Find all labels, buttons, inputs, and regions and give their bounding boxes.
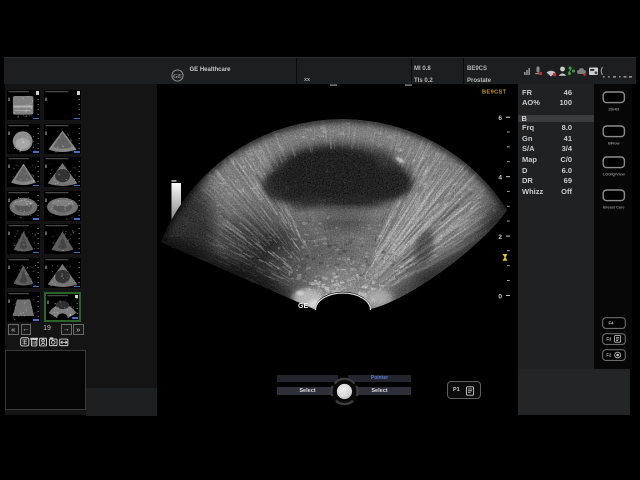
svg-text:LOG/Q/View: LOG/Q/View — [603, 173, 625, 177]
svg-text:2D/4D: 2D/4D — [608, 108, 619, 112]
svg-text:GE: GE — [173, 73, 183, 80]
svg-text:4: 4 — [498, 175, 502, 182]
svg-text:F4: F4 — [609, 321, 615, 326]
svg-text:0: 0 — [498, 293, 502, 300]
svg-text:6: 6 — [498, 115, 502, 122]
svg-text:F2: F2 — [606, 353, 612, 358]
svg-text:GE: GE — [298, 303, 308, 310]
svg-text:BFlow: BFlow — [608, 142, 619, 146]
svg-text:BE9CST: BE9CST — [482, 90, 507, 96]
svg-text:Breast Care: Breast Care — [603, 206, 624, 210]
svg-text:F3: F3 — [606, 337, 612, 342]
svg-text:2: 2 — [498, 234, 502, 241]
